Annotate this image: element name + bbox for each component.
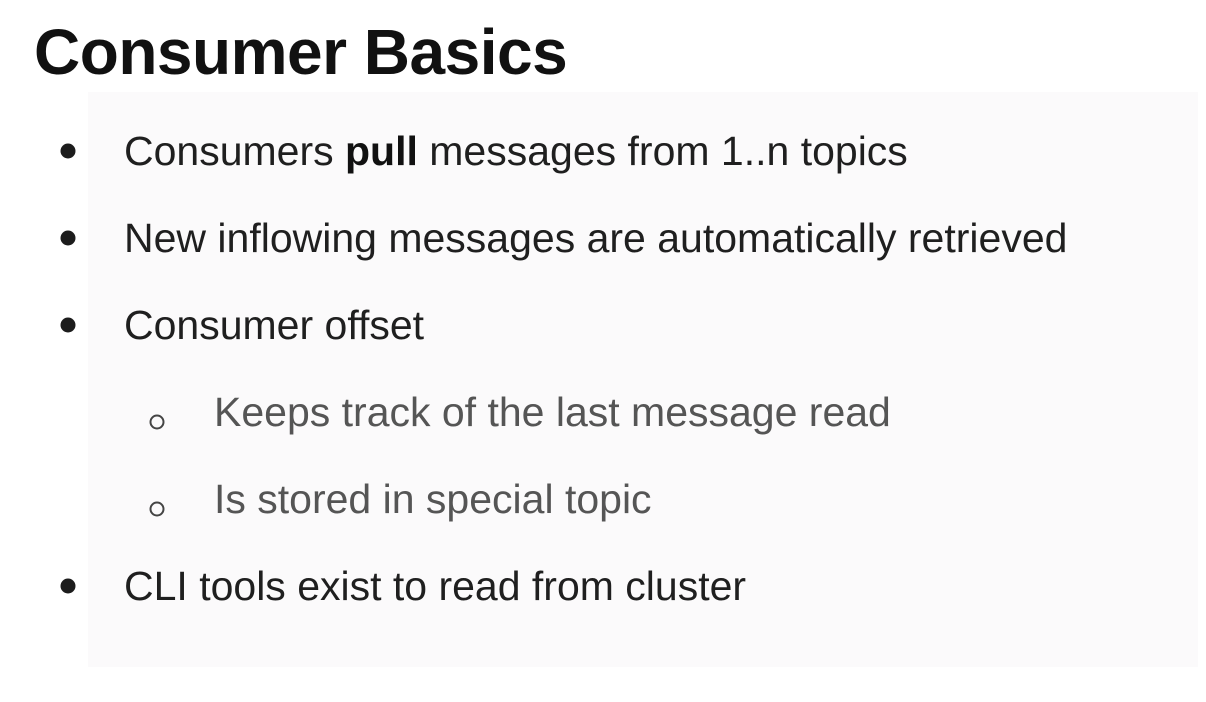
bullet-dot-icon [60,317,76,333]
slide-title: Consumer Basics [34,16,568,88]
bullet-dot-icon [60,578,76,594]
bullet-item: Consumers pull messages from 1..n topics [60,126,908,176]
bullet-text-bold: pull [345,128,418,174]
hollow-circle-icon [149,501,165,517]
slide: Consumer Basics Consumers pull messages … [0,0,1206,702]
bullet-dot-icon [60,143,76,159]
sub-bullet-item: Keeps track of the last message read [149,387,891,437]
bullet-text: CLI tools exist to read from cluster [124,563,747,609]
bullet-item: CLI tools exist to read from cluster [60,561,747,611]
bullet-item: Consumer offset [60,300,425,350]
sub-bullet-text: Is stored in special topic [214,476,652,522]
sub-bullet-text: Keeps track of the last message read [214,389,891,435]
bullet-item: New inflowing messages are automatically… [60,213,1068,263]
bullet-text-part: Consumers [124,128,346,174]
bullet-text: New inflowing messages are automatically… [124,215,1068,261]
hollow-circle-icon [149,414,165,430]
sub-bullet-item: Is stored in special topic [149,474,652,524]
bullet-dot-icon [60,230,76,246]
bullet-text-part: messages from 1..n topics [417,128,908,174]
bullet-text: Consumer offset [124,302,425,348]
